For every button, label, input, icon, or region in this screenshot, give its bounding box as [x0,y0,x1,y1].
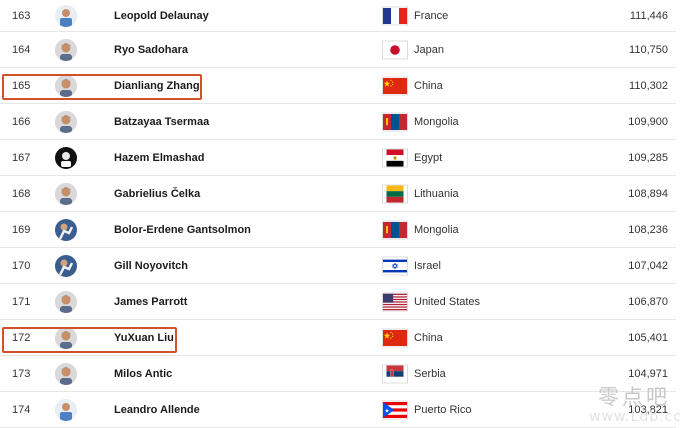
rank-number: 166 [12,115,31,128]
usa-flag-icon [383,293,407,310]
ranking-points: 109,285 [628,151,668,164]
country-name: Egypt [414,151,443,164]
rank-number: 170 [12,259,31,272]
ranking-row: 169 Bolor-Erdene Gantsolmon Mongolia 108,23… [0,212,676,248]
player-name-link[interactable]: Ryo Sadohara [114,32,188,67]
player-name-link[interactable]: Gabrielius Čelka [114,176,200,211]
serbia-flag-icon [383,365,407,382]
player-avatar-icon[interactable] [55,4,77,27]
country-name: Japan [414,43,444,56]
ranking-row: 168 Gabrielius Čelka Lithuania 108,894 [0,176,676,212]
player-avatar-icon[interactable] [55,110,77,133]
rank-number: 174 [12,403,31,416]
rankings-table: 163 Leopold Delaunay France 111,446 164 Ryo S… [0,0,676,428]
france-flag-icon [383,7,407,24]
ranking-points: 106,870 [628,295,668,308]
rank-number: 167 [12,151,31,164]
player-name-link[interactable]: Hazem Elmashad [114,140,204,175]
player-avatar-icon[interactable] [55,218,77,241]
player-name-link[interactable]: James Parrott [114,284,187,319]
ranking-points: 110,750 [629,43,668,56]
player-name-link[interactable]: Milos Antic [114,356,172,391]
player-avatar-icon[interactable] [55,254,77,277]
mongolia-flag-icon [383,221,407,238]
rank-number: 164 [12,43,31,56]
rank-number: 169 [12,223,31,236]
country-name: Lithuania [414,187,459,200]
china-flag-icon [383,329,407,346]
israel-flag-icon [383,257,407,274]
player-name-link[interactable]: Bolor-Erdene Gantsolmon [114,212,251,247]
player-avatar-icon[interactable] [55,290,77,313]
player-name-link[interactable]: Leopold Delaunay [114,0,209,31]
rank-number: 163 [12,9,31,22]
country-name: United States [414,295,481,308]
player-avatar-icon[interactable] [55,182,77,205]
rank-number: 168 [12,187,31,200]
ranking-row: 167 Hazem Elmashad Egypt 109,285 [0,140,676,176]
highlight-box-172 [2,327,177,353]
ranking-row: 163 Leopold Delaunay France 111,446 [0,0,676,32]
rank-number: 171 [12,295,31,308]
player-avatar-icon[interactable] [55,146,77,169]
player-name-link[interactable]: Batzayaa Tsermaa [114,104,209,139]
ranking-points: 109,900 [628,115,668,128]
country-name: China [414,79,443,92]
ranking-points: 108,236 [628,223,668,236]
egypt-flag-icon [383,149,407,166]
ranking-row: 164 Ryo Sadohara Japan 110,750 [0,32,676,68]
player-avatar-icon[interactable] [55,362,77,385]
country-name: China [414,331,443,344]
ranking-row: 173 Milos Antic Serbia 104,971 [0,356,676,392]
ranking-points: 105,401 [628,331,668,344]
country-name: Serbia [414,367,446,380]
ranking-row: 171 James Parrott United States 106,870 [0,284,676,320]
ranking-row: 170 Gill Noyovitch Israel 107,042 [0,248,676,284]
country-name: Israel [414,259,441,272]
country-name: France [414,9,449,22]
ranking-points: 104,971 [628,367,668,380]
player-avatar-icon[interactable] [55,38,77,61]
ranking-points: 110,302 [629,79,668,92]
rank-number: 173 [12,367,31,380]
mongolia-flag-icon [383,113,407,130]
puerto-rico-flag-icon [383,401,407,418]
ranking-row: 174 Leandro Allende Puerto Rico 103,821 [0,392,676,428]
player-name-link[interactable]: Gill Noyovitch [114,248,188,283]
country-name: Mongolia [414,115,459,128]
china-flag-icon [383,77,407,94]
lithuania-flag-icon [383,185,407,202]
ranking-points: 111,446 [629,9,668,22]
ranking-points: 103,821 [628,403,668,416]
ranking-points: 107,042 [628,259,668,272]
country-name: Puerto Rico [414,403,472,416]
player-avatar-icon[interactable] [55,398,77,421]
country-name: Mongolia [414,223,459,236]
highlight-box-165 [2,74,202,100]
ranking-points: 108,894 [628,187,668,200]
player-name-link[interactable]: Leandro Allende [114,392,200,427]
ranking-row: 166 Batzayaa Tsermaa Mongolia 109,900 [0,104,676,140]
japan-flag-icon [383,41,407,58]
